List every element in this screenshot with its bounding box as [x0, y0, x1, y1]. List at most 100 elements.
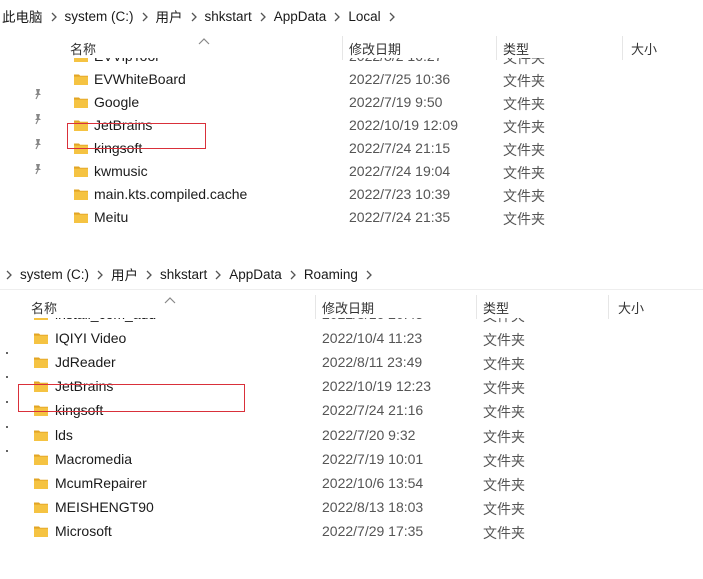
- file-date: 2022/10/19 12:09: [349, 117, 458, 133]
- tree-marker: [6, 401, 8, 403]
- list-item[interactable]: IQIYI Video 2022/10/4 11:23 文件夹: [20, 327, 703, 350]
- file-type: 文件夹: [483, 356, 525, 373]
- chevron-right-icon[interactable]: [383, 9, 401, 24]
- folder-icon: [34, 381, 48, 393]
- breadcrumb-item[interactable]: shkstart: [158, 267, 209, 282]
- file-type: 文件夹: [483, 380, 525, 397]
- file-type: 文件夹: [503, 73, 545, 89]
- chevron-right-icon[interactable]: [91, 267, 109, 282]
- pin-icon[interactable]: [33, 163, 43, 175]
- file-type: 文件夹: [503, 188, 545, 204]
- folder-icon: [34, 526, 48, 537]
- folder-icon: [34, 478, 48, 489]
- file-date: 2022/8/16 20:45: [322, 318, 423, 322]
- breadcrumb-item[interactable]: 用户: [154, 6, 185, 26]
- list-item[interactable]: JetBrains 2022/10/19 12:09 文件夹: [60, 114, 703, 137]
- breadcrumb-item[interactable]: system (C:): [18, 267, 91, 282]
- file-type: 文件夹: [483, 404, 525, 421]
- file-name: EVVipTool: [94, 58, 158, 64]
- breadcrumb-item[interactable]: AppData: [272, 9, 329, 24]
- file-name: IQIYI Video: [55, 330, 127, 347]
- chevron-right-icon[interactable]: [0, 267, 18, 282]
- folder-icon: [34, 405, 48, 417]
- list-item[interactable]: Microsoft 2022/7/29 17:35 文件夹: [20, 520, 703, 543]
- column-divider[interactable]: [608, 295, 609, 319]
- file-date: 2022/7/25 10:36: [349, 71, 451, 87]
- file-list: install_com_add2022/8/16 20:45文件夹IQIYI V…: [20, 318, 703, 578]
- file-name: JetBrains: [55, 378, 114, 395]
- list-item[interactable]: MEISHENGT90 2022/8/13 18:03 文件夹: [20, 496, 703, 519]
- list-item[interactable]: EVWhiteBoard 2022/7/25 10:36 文件夹: [60, 68, 703, 91]
- chevron-right-icon[interactable]: [254, 9, 272, 24]
- chevron-right-icon[interactable]: [360, 267, 378, 282]
- file-date: 2022/8/2 16:27: [349, 58, 442, 64]
- list-item[interactable]: Google 2022/7/19 9:50 文件夹: [60, 91, 703, 114]
- column-divider[interactable]: [315, 295, 316, 319]
- explorer-panel-local: 此电脑 system (C:) 用户 shkstart AppData Local 名称 …: [0, 0, 703, 249]
- chevron-right-icon[interactable]: [284, 267, 302, 282]
- list-item[interactable]: kingsoft 2022/7/24 21:15 文件夹: [60, 137, 703, 160]
- folder-icon: [74, 97, 88, 108]
- folder-icon: [74, 212, 88, 223]
- file-name: kwmusic: [94, 163, 148, 179]
- tree-marker: [6, 352, 8, 354]
- file-type: 文件夹: [503, 119, 545, 135]
- list-item[interactable]: kingsoft 2022/7/24 21:16 文件夹: [20, 399, 703, 422]
- list-item[interactable]: kwmusic 2022/7/24 19:04 文件夹: [60, 160, 703, 183]
- breadcrumb-item[interactable]: Roaming: [302, 267, 360, 282]
- list-item[interactable]: lds 2022/7/20 9:32 文件夹: [20, 424, 703, 447]
- column-divider[interactable]: [476, 295, 477, 319]
- file-type: 文件夹: [483, 524, 525, 541]
- file-name: Microsoft: [55, 522, 112, 539]
- folder-icon: [34, 454, 48, 465]
- list-item[interactable]: Meitu 2022/7/24 21:35 文件夹: [60, 206, 703, 229]
- list-item[interactable]: install_com_add 2022/8/16 20:45 文件夹: [20, 318, 703, 326]
- list-item[interactable]: EVVipTool 2022/8/2 16:27 文件夹: [60, 58, 703, 68]
- chevron-right-icon[interactable]: [209, 267, 227, 282]
- list-item[interactable]: JdReader 2022/8/11 23:49 文件夹: [20, 351, 703, 374]
- file-name: MEISHENGT90: [55, 498, 154, 515]
- column-divider[interactable]: [622, 36, 623, 60]
- file-date: 2022/8/13 18:03: [322, 498, 424, 515]
- file-type: 文件夹: [503, 96, 545, 112]
- breadcrumb-item[interactable]: shkstart: [203, 9, 254, 24]
- column-divider[interactable]: [342, 36, 343, 60]
- file-name: JetBrains: [94, 117, 153, 133]
- pin-icon[interactable]: [33, 113, 43, 125]
- list-item[interactable]: JetBrains 2022/10/19 12:23 文件夹: [20, 375, 703, 398]
- chevron-right-icon[interactable]: [140, 267, 158, 282]
- file-date: 2022/7/24 21:35: [349, 209, 451, 225]
- chevron-right-icon[interactable]: [136, 9, 154, 24]
- file-date: 2022/7/24 19:04: [349, 163, 451, 179]
- chevron-right-icon[interactable]: [45, 9, 63, 24]
- file-type: 文件夹: [483, 452, 525, 469]
- file-date: 2022/7/19 10:01: [322, 450, 424, 467]
- list-item[interactable]: Macromedia 2022/7/19 10:01 文件夹: [20, 448, 703, 471]
- list-item[interactable]: McumRepairer 2022/10/6 13:54 文件夹: [20, 472, 703, 495]
- breadcrumb-item[interactable]: Local: [346, 9, 382, 24]
- folder-icon: [74, 166, 88, 177]
- file-name: JdReader: [55, 354, 116, 371]
- tree-marker: [6, 450, 8, 452]
- breadcrumb-item[interactable]: 此电脑: [0, 6, 45, 26]
- file-date: 2022/7/29 17:35: [322, 522, 424, 539]
- column-divider[interactable]: [496, 36, 497, 60]
- chevron-right-icon[interactable]: [185, 9, 203, 24]
- pin-icon[interactable]: [33, 138, 43, 150]
- file-date: 2022/7/23 10:39: [349, 186, 451, 202]
- file-date: 2022/8/11 23:49: [322, 354, 423, 371]
- breadcrumb-item[interactable]: AppData: [227, 267, 284, 282]
- chevron-right-icon[interactable]: [328, 9, 346, 24]
- file-name: Macromedia: [55, 450, 133, 467]
- breadcrumb-item[interactable]: 用户: [109, 264, 140, 284]
- breadcrumb-item[interactable]: system (C:): [63, 9, 136, 24]
- file-date: 2022/7/24 21:16: [322, 402, 424, 419]
- folder-icon: [74, 120, 88, 131]
- pin-icon[interactable]: [33, 88, 43, 100]
- folder-icon: [74, 74, 88, 85]
- folder-icon: [74, 58, 88, 62]
- list-item[interactable]: main.kts.compiled.cache 2022/7/23 10:39 文件…: [60, 183, 703, 206]
- file-type: 文件夹: [503, 211, 545, 227]
- file-name: install_com_add: [55, 318, 156, 322]
- file-type: 文件夹: [483, 332, 525, 349]
